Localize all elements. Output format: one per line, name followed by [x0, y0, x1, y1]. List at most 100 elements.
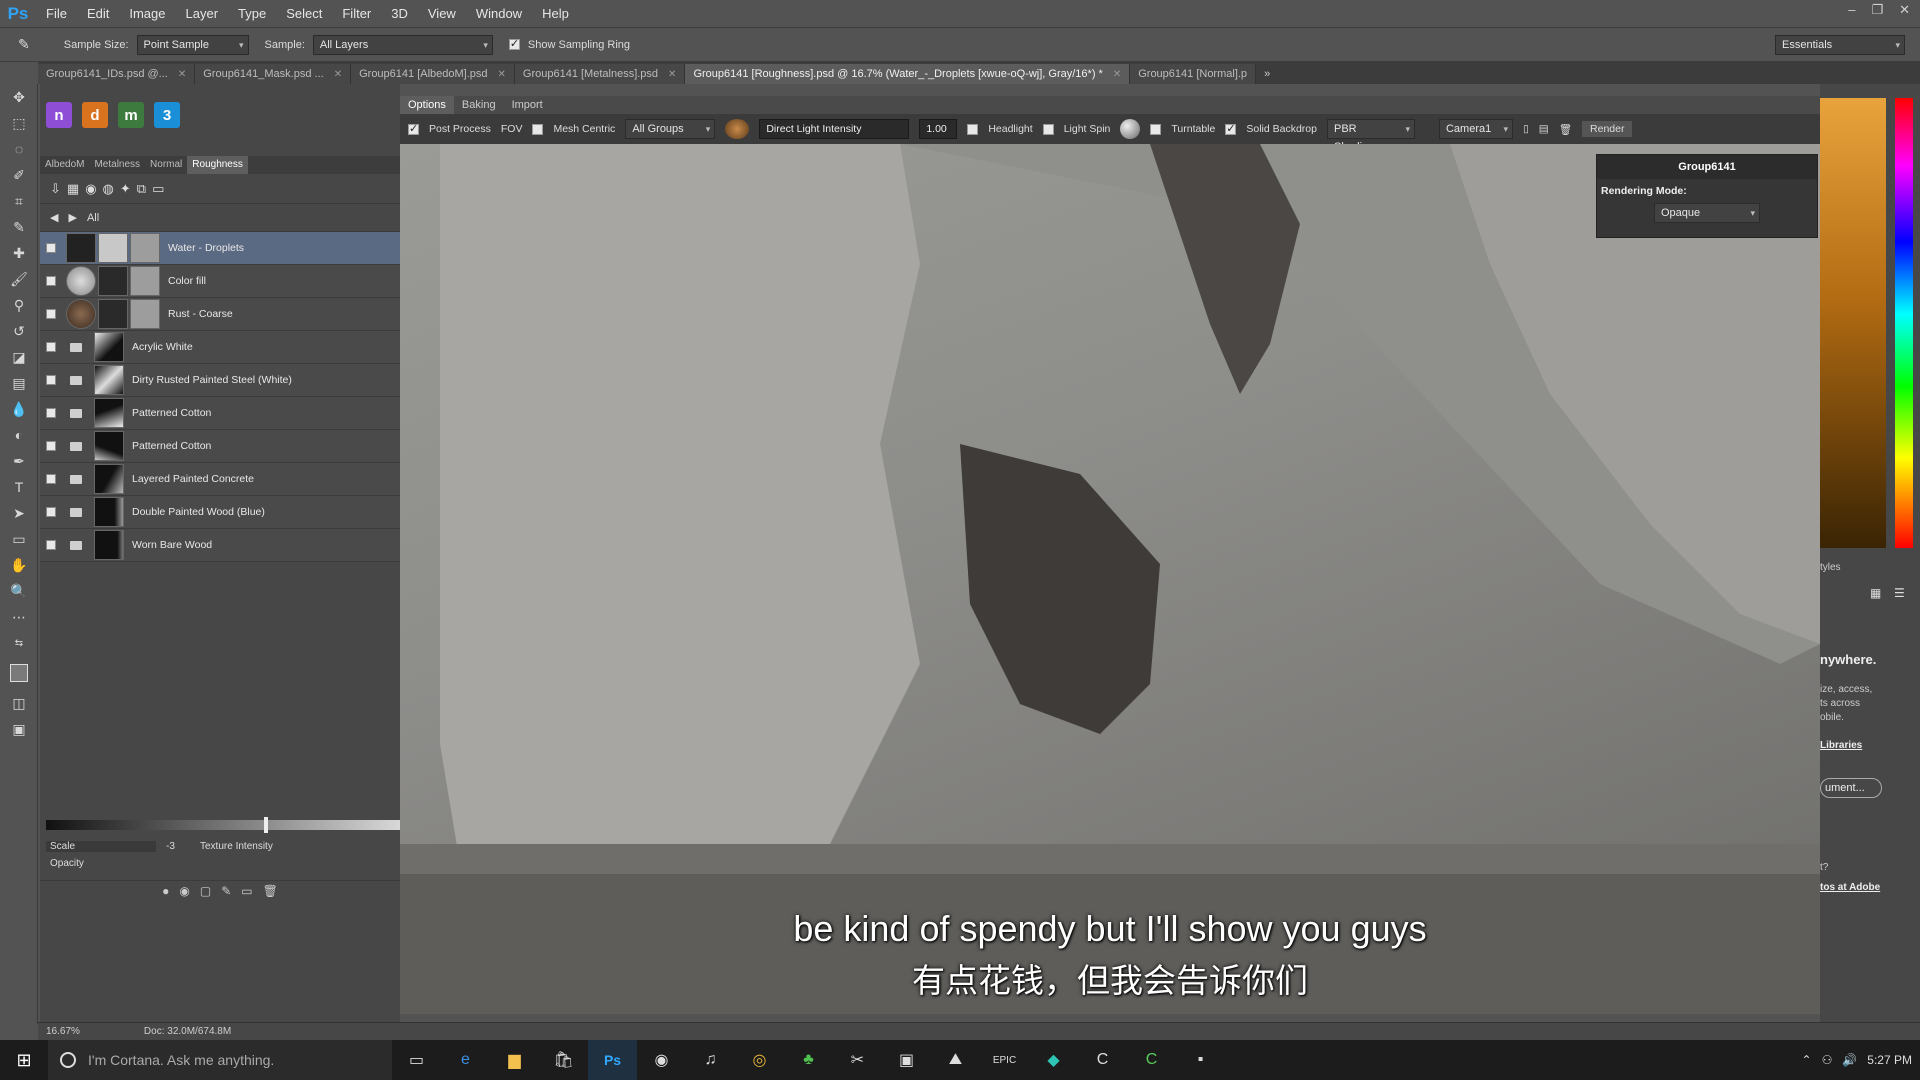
color-picker-field[interactable]	[1820, 98, 1886, 548]
restore-icon[interactable]: ❐	[1871, 2, 1883, 18]
more-tools-icon[interactable]: ⋯	[0, 604, 38, 630]
menu-type[interactable]: Type	[228, 0, 276, 27]
new-material-icon[interactable]: ▦	[67, 181, 79, 197]
tab-import[interactable]: Import	[504, 96, 551, 114]
minimize-icon[interactable]: –	[1848, 2, 1855, 18]
zoom-tool-icon[interactable]: 🔍	[0, 578, 38, 604]
task-view-icon[interactable]: ▭	[392, 1040, 441, 1080]
layer-row[interactable]: Acrylic White	[40, 331, 400, 364]
brush-icon[interactable]: ✦	[120, 181, 131, 197]
libraries-link[interactable]: Libraries	[1820, 740, 1862, 751]
menu-view[interactable]: View	[418, 0, 466, 27]
render-button[interactable]: Render	[1582, 121, 1633, 137]
cortana-search[interactable]: I'm Cortana. Ask me anything.	[48, 1040, 392, 1080]
history-brush-icon[interactable]: ↺	[0, 318, 38, 344]
show-sampling-ring-checkbox[interactable]	[508, 37, 520, 50]
menu-filter[interactable]: Filter	[332, 0, 381, 27]
trash-icon[interactable]: 🗑	[1559, 123, 1572, 136]
solid-backdrop-label[interactable]: Solid Backdrop	[1246, 123, 1317, 135]
sample-select[interactable]: All Layers	[312, 34, 493, 55]
camera-select[interactable]: Camera1	[1438, 119, 1513, 139]
styles-tab-label[interactable]: tyles	[1820, 562, 1841, 573]
menu-image[interactable]: Image	[119, 0, 175, 27]
save-icon[interactable]: ⇩	[50, 181, 61, 197]
dodge-tool-icon[interactable]: ◐	[0, 422, 38, 448]
file-explorer-icon[interactable]: ▆	[490, 1040, 539, 1080]
rendering-mode-select[interactable]: Opaque	[1654, 203, 1760, 223]
more-tabs-icon[interactable]: »	[1256, 64, 1278, 84]
mask-icon[interactable]: ◍	[103, 181, 114, 197]
eraser-tool-icon[interactable]: ◪	[0, 344, 38, 370]
chevron-up-icon[interactable]: ⌃	[1802, 1053, 1812, 1067]
light-intensity-field[interactable]: Direct Light Intensity	[759, 119, 910, 139]
visibility-toggle[interactable]	[46, 276, 56, 286]
shape-tool-icon[interactable]: ▭	[0, 526, 38, 552]
groups-select[interactable]: All Groups	[625, 119, 716, 139]
visibility-toggle[interactable]	[46, 342, 56, 352]
screenshot-icon[interactable]: ▯	[1523, 123, 1529, 135]
turntable-checkbox[interactable]	[1150, 123, 1162, 135]
slider-handle[interactable]	[264, 817, 268, 833]
hue-slider[interactable]	[1895, 98, 1913, 548]
visibility-toggle[interactable]	[46, 309, 56, 319]
layer-row[interactable]: Rust - Coarse	[40, 298, 400, 331]
layer-row[interactable]: Patterned Cotton	[40, 397, 400, 430]
pen-tool-icon[interactable]: ✒	[0, 448, 38, 474]
layer-row[interactable]: Layered Painted Concrete	[40, 463, 400, 496]
tab-baking[interactable]: Baking	[454, 96, 504, 114]
plugin-d-button[interactable]: d	[82, 102, 108, 128]
light-spin-checkbox[interactable]	[1042, 123, 1054, 135]
trash-icon[interactable]: 🗑	[263, 884, 278, 902]
itunes-icon[interactable]: ♫	[686, 1040, 735, 1080]
menu-file[interactable]: File	[36, 0, 77, 27]
material-icon[interactable]: ◉	[179, 884, 189, 902]
menu-edit[interactable]: Edit	[77, 0, 119, 27]
volume-icon[interactable]: 🔊	[1842, 1053, 1857, 1067]
blur-tool-icon[interactable]: 💧	[0, 396, 38, 422]
shading-select[interactable]: PBR Shading	[1326, 119, 1415, 153]
smart-material-icon[interactable]: ◉	[85, 181, 96, 197]
doc-tab[interactable]: Group6141 [Metalness].psd ✕	[514, 64, 686, 84]
path-select-tool-icon[interactable]: ➤	[0, 500, 38, 526]
marquee-tool-icon[interactable]: ⬚	[0, 110, 38, 136]
menu-select[interactable]: Select	[276, 0, 332, 27]
brush-icon[interactable]: ✎	[221, 884, 231, 902]
healing-tool-icon[interactable]: ✚	[0, 240, 38, 266]
clock[interactable]: 5:27 PM	[1867, 1053, 1912, 1067]
plugin-3-button[interactable]: 3	[154, 102, 180, 128]
mesh-centric-checkbox[interactable]	[532, 123, 544, 135]
network-icon[interactable]: ⚇	[1822, 1053, 1833, 1067]
light-intensity-value[interactable]: 1.00	[919, 119, 958, 139]
close-icon[interactable]: ✕	[334, 69, 342, 80]
headlight-label[interactable]: Headlight	[988, 123, 1032, 135]
layer-row[interactable]: Double Painted Wood (Blue)	[40, 496, 400, 529]
group-icon[interactable]: ▭	[152, 181, 164, 197]
quick-mask-icon[interactable]: ◫	[0, 690, 38, 716]
menu-layer[interactable]: Layer	[176, 0, 229, 27]
epic-games-icon[interactable]: EPIC	[980, 1040, 1029, 1080]
grid-view-icon[interactable]: ▦	[1870, 586, 1881, 600]
layer-row[interactable]: Worn Bare Wood	[40, 529, 400, 562]
post-process-checkbox[interactable]	[408, 122, 419, 135]
plugin-n-button[interactable]: n	[46, 102, 72, 128]
doc-tab[interactable]: Group6141_Mask.psd ... ✕	[195, 64, 352, 84]
zoom-level[interactable]: 16.67%	[46, 1026, 80, 1037]
photos-icon[interactable]: ⛰	[931, 1040, 980, 1080]
forward-icon[interactable]: ▶	[68, 211, 76, 224]
screen-mode-icon[interactable]: ▣	[0, 716, 38, 742]
stamp-tool-icon[interactable]: ⚲	[0, 292, 38, 318]
gradient-tool-icon[interactable]: ▤	[0, 370, 38, 396]
visibility-toggle[interactable]	[46, 441, 56, 451]
brush-tool-icon[interactable]: 🖌	[0, 266, 38, 292]
app-icon[interactable]: C	[1078, 1040, 1127, 1080]
close-icon[interactable]: ✕	[498, 69, 506, 80]
3d-scene-canvas[interactable]	[400, 144, 1820, 1014]
headlight-checkbox[interactable]	[967, 123, 979, 135]
list-view-icon[interactable]: ☰	[1894, 586, 1905, 600]
layer-row[interactable]: Dirty Rusted Painted Steel (White)	[40, 364, 400, 397]
fov-dropdown[interactable]: FOV	[501, 123, 523, 135]
visibility-toggle[interactable]	[46, 375, 56, 385]
swap-colors-icon[interactable]: ⇆	[0, 630, 38, 656]
back-icon[interactable]: ◀	[50, 211, 58, 224]
quick-select-tool-icon[interactable]: ✐	[0, 162, 38, 188]
